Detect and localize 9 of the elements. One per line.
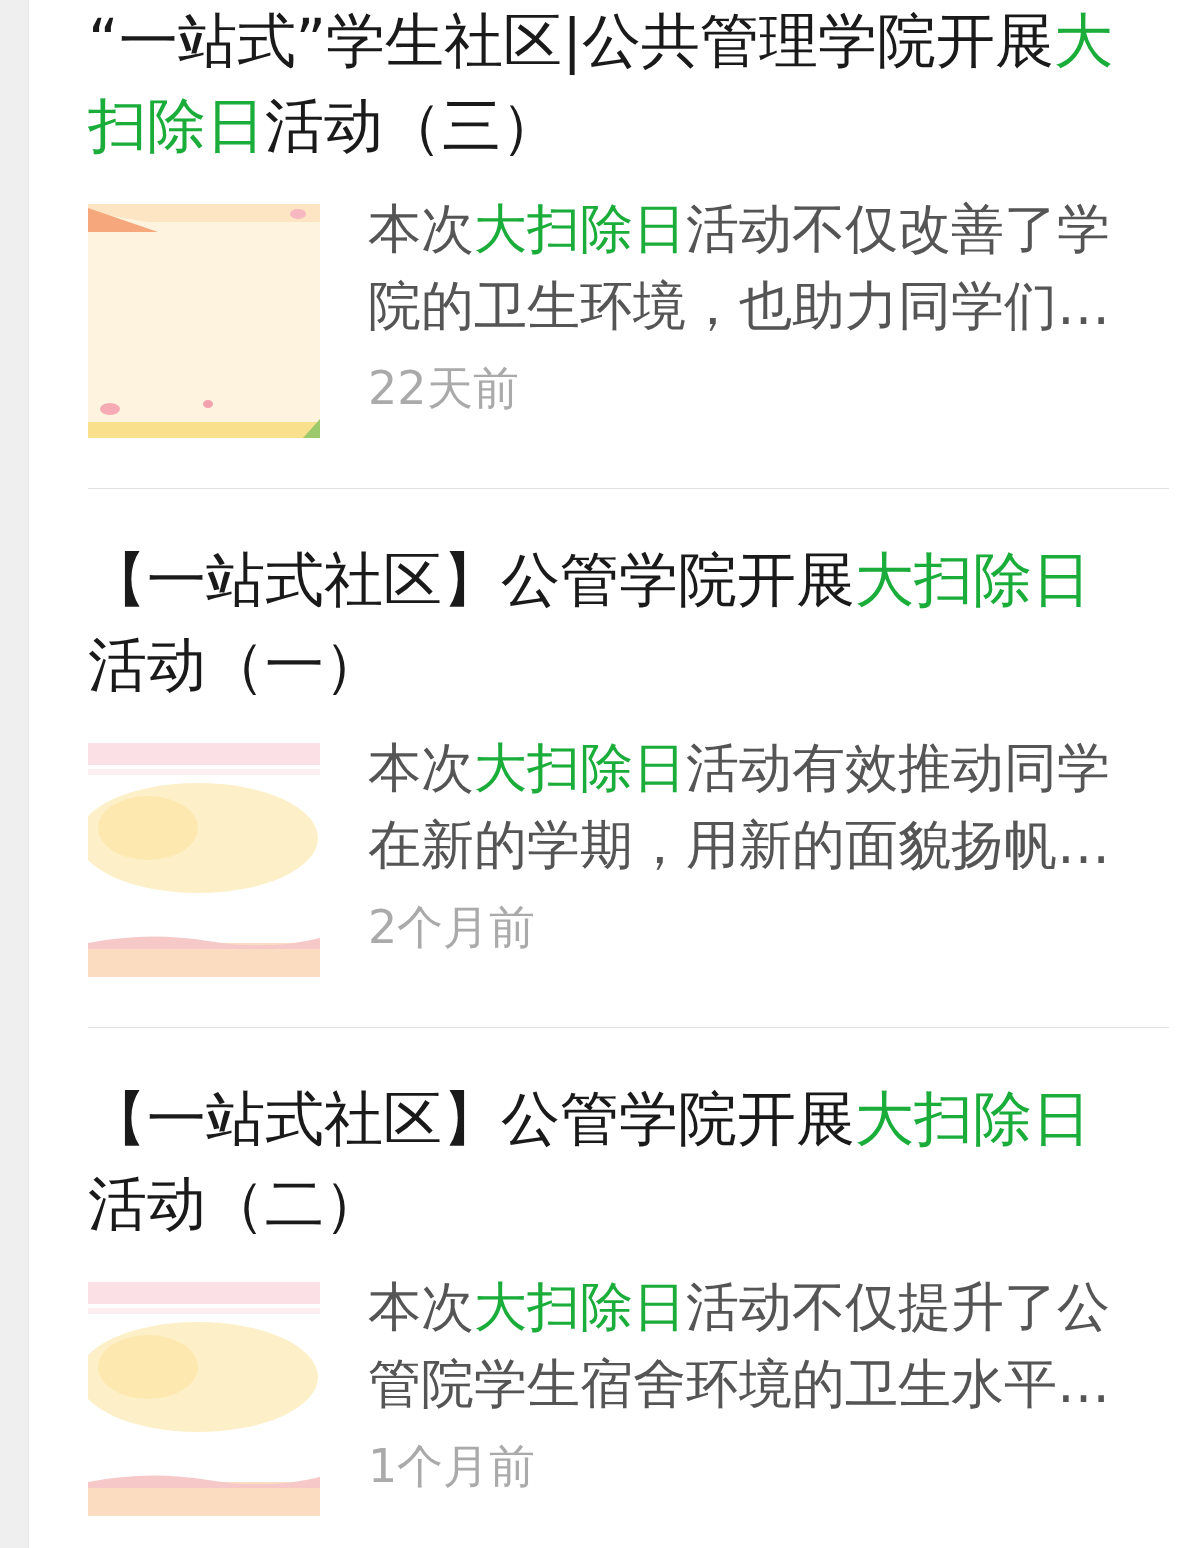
article-summary: 本次大扫除日活动有效推动同学在新的学期，用新的面貌扬帆…: [368, 736, 1111, 877]
publish-time: 2个月前: [368, 899, 537, 956]
publish-time: 22天前: [368, 360, 520, 417]
article-title[interactable]: “一站式”学生社区|公共管理学院开展大扫除日活动（三）: [88, 0, 1148, 168]
article-summary: 本次大扫除日活动不仅提升了公管院学生宿舍环境的卫生水平…: [368, 1275, 1111, 1416]
publish-time: 1个月前: [368, 1438, 537, 1495]
article-title[interactable]: 【一站式社区】公管学院开展大扫除日 活动（二）: [88, 1076, 1148, 1246]
article-title[interactable]: 【一站式社区】公管学院开展大扫除日 活动（一）: [88, 537, 1148, 707]
article-summary: 本次大扫除日活动不仅改善了学院的卫生环境，也助力同学们…: [368, 197, 1111, 338]
